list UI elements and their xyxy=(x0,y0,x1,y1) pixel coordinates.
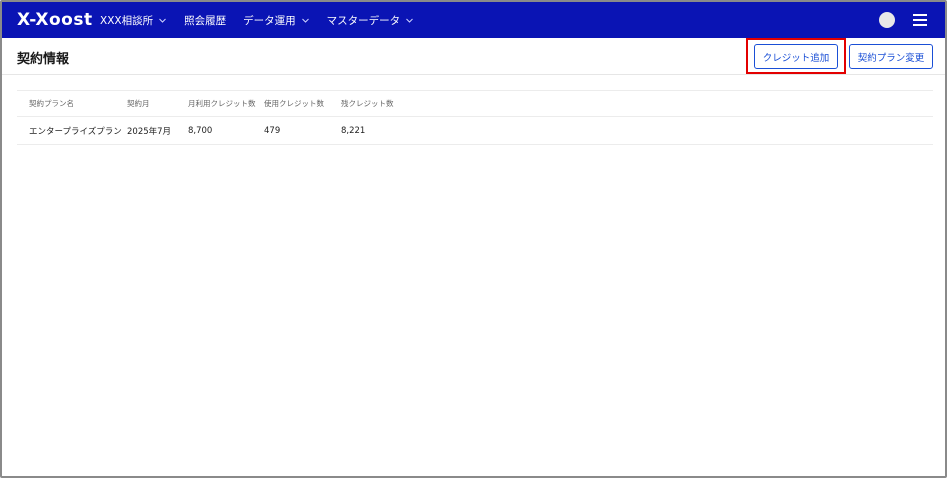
main-nav: XXX相談所 照会履歴 データ運用 マスターデータ xyxy=(100,2,431,38)
nav-item-label: データ運用 xyxy=(243,14,296,27)
credit-add-button[interactable]: クレジット追加 xyxy=(754,44,838,69)
hamburger-menu-icon[interactable] xyxy=(913,14,927,26)
nav-item-data-operation[interactable]: データ運用 xyxy=(243,13,310,28)
plan-change-button[interactable]: 契約プラン変更 xyxy=(849,44,933,69)
table-header: 契約プラン名 契約月 月利用クレジット数 使用クレジット数 残クレジット数 xyxy=(17,90,933,117)
table-row: エンタープライズプラン 2025年7月 8,700 479 8,221 xyxy=(17,117,933,145)
chevron-down-icon xyxy=(301,16,310,25)
chevron-down-icon xyxy=(158,16,167,25)
nav-item-master-data[interactable]: マスターデータ xyxy=(327,13,415,28)
chevron-down-icon xyxy=(405,16,414,25)
nav-item-consultation[interactable]: XXX相談所 xyxy=(100,13,167,28)
cell-remaining-credits: 8,221 xyxy=(341,125,366,136)
cell-contract-month: 2025年7月 xyxy=(127,126,172,137)
column-header-monthly-credits: 月利用クレジット数 xyxy=(188,99,256,108)
app-window: X-Xoost XXX相談所 照会履歴 データ運用 マスターデータ 契約情報 ク… xyxy=(0,0,947,478)
nav-item-history[interactable]: 照会履歴 xyxy=(184,13,226,28)
column-header-contract-month: 契約月 xyxy=(127,99,150,108)
cell-monthly-credits: 8,700 xyxy=(188,125,213,136)
column-header-plan-name: 契約プラン名 xyxy=(29,99,74,108)
cell-used-credits: 479 xyxy=(264,125,281,136)
avatar[interactable] xyxy=(879,12,895,28)
page-header: 契約情報 クレジット追加 契約プラン変更 xyxy=(2,38,945,75)
top-navbar: X-Xoost XXX相談所 照会履歴 データ運用 マスターデータ xyxy=(2,2,945,38)
column-header-used-credits: 使用クレジット数 xyxy=(264,99,324,108)
app-logo[interactable]: X-Xoost xyxy=(17,9,93,31)
contract-table: 契約プラン名 契約月 月利用クレジット数 使用クレジット数 残クレジット数 エン… xyxy=(17,90,933,145)
cell-plan-name: エンタープライズプラン xyxy=(29,126,122,137)
column-header-remaining-credits: 残クレジット数 xyxy=(341,99,394,108)
page-title: 契約情報 xyxy=(17,52,70,67)
nav-item-label: XXX相談所 xyxy=(100,14,154,27)
nav-item-label: マスターデータ xyxy=(326,14,401,27)
nav-item-label: 照会履歴 xyxy=(184,14,227,27)
